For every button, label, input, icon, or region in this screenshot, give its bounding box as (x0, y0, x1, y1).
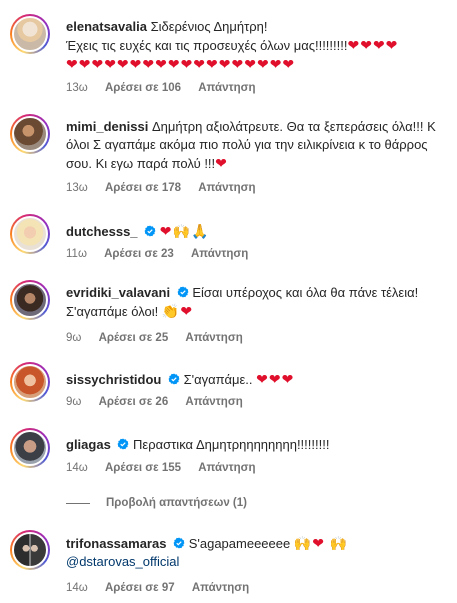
comment-username[interactable]: dutchesss_ (66, 224, 138, 239)
avatar[interactable] (10, 280, 50, 320)
comment-meta: 9ω Αρέσει σε 25 Απάντηση (66, 332, 257, 344)
verified-badge-icon (177, 286, 189, 298)
comment-body: sissychristidou Σ'αγαπάμε.. ❤❤❤ (66, 370, 450, 389)
comment-time[interactable]: 9ω (66, 332, 81, 344)
heart-emojis: 🙌❤ 🙌 (293, 535, 349, 551)
comment-username[interactable]: elenatsavalia (66, 19, 147, 34)
comment-likes[interactable]: Αρέσει σε 26 (99, 396, 169, 408)
comment-likes[interactable]: Αρέσει σε 97 (105, 582, 175, 594)
comment-time[interactable]: 11ω (66, 248, 87, 260)
comment-likes[interactable]: Αρέσει σε 155 (105, 462, 181, 474)
heart-emojis: ❤ (215, 155, 228, 171)
avatar[interactable] (10, 530, 50, 570)
heart-emojis: ❤❤❤ (256, 371, 295, 387)
comment-time[interactable]: 9ω (66, 396, 81, 408)
comment-time[interactable]: 13ω (66, 182, 88, 194)
comment-time[interactable]: 13ω (66, 82, 88, 94)
reply-button[interactable]: Απάντηση (185, 396, 242, 408)
avatar[interactable] (10, 428, 50, 468)
comment-likes[interactable]: Αρέσει σε 25 (99, 332, 169, 344)
comment-meta: 13ω Αρέσει σε 178 Απάντηση (66, 182, 270, 194)
comment-username[interactable]: trifonassamaras (66, 536, 166, 551)
comment-username[interactable]: gliagas (66, 437, 111, 452)
avatar[interactable] (10, 14, 50, 54)
comment-text: Περαστικα Δημητρηηηηηηηη!!!!!!!!! (133, 437, 330, 452)
comment-body: gliagas Περαστικα Δημητρηηηηηηηη!!!!!!!!… (66, 436, 450, 454)
verified-badge-icon (117, 438, 129, 450)
comment-username[interactable]: mimi_denissi (66, 119, 148, 134)
comment-text: S'agapameeeeee (188, 536, 291, 551)
verified-badge-icon (173, 537, 185, 549)
reply-button[interactable]: Απάντηση (192, 582, 249, 594)
verified-badge-icon (168, 373, 180, 385)
comment-time[interactable]: 14ω (66, 582, 88, 594)
comment-meta: 13ω Αρέσει σε 106 Απάντηση (66, 82, 270, 94)
comment-likes[interactable]: Αρέσει σε 106 (105, 82, 181, 94)
comment-username[interactable]: sissychristidou (66, 372, 161, 387)
reply-button[interactable]: Απάντηση (198, 462, 255, 474)
avatar[interactable] (10, 114, 50, 154)
heart-emojis: ❤🙌🙏 (159, 223, 210, 239)
verified-badge-icon (144, 225, 156, 237)
comment-text: Σ'αγαπάμε.. (183, 372, 253, 387)
comment-likes[interactable]: Αρέσει σε 178 (105, 182, 181, 194)
comment-meta: 9ω Αρέσει σε 26 Απάντηση (66, 396, 257, 408)
comment-body: mimi_denissi Δημήτρη αξιολάτρευτε. Θα τα… (66, 118, 450, 173)
reply-button[interactable]: Απάντηση (191, 248, 248, 260)
replies-divider (66, 502, 90, 504)
avatar[interactable] (10, 362, 50, 402)
comment-meta: 14ω Αρέσει σε 155 Απάντηση (66, 462, 270, 474)
reply-button[interactable]: Απάντηση (198, 182, 255, 194)
heart-emojis: 👏❤ (161, 303, 194, 319)
comment-meta: 14ω Αρέσει σε 97 Απάντηση (66, 582, 263, 594)
comment-meta: 11ω Αρέσει σε 23 Απάντηση (66, 248, 262, 260)
comment-likes[interactable]: Αρέσει σε 23 (104, 248, 174, 260)
avatar[interactable] (10, 214, 50, 254)
view-replies-label: Προβολή απαντήσεων (1) (106, 497, 247, 509)
comment-body: trifonassamaras S'agapameeeeee 🙌❤ 🙌 @dst… (66, 534, 450, 571)
comment-body: elenatsavalia Σιδερένιος Δημήτρη! Έχεις … (66, 18, 450, 74)
mention-link[interactable]: @dstarovas_official (66, 554, 179, 569)
comment-body: dutchesss_ ❤🙌🙏 (66, 222, 450, 241)
reply-button[interactable]: Απάντηση (198, 82, 255, 94)
view-replies-button[interactable]: Προβολή απαντήσεων (1) (66, 497, 247, 509)
comment-username[interactable]: evridiki_valavani (66, 285, 170, 300)
comment-body: evridiki_valavani Είσαι υπέροχος και όλα… (66, 284, 450, 321)
comment-time[interactable]: 14ω (66, 462, 88, 474)
reply-button[interactable]: Απάντηση (185, 332, 242, 344)
